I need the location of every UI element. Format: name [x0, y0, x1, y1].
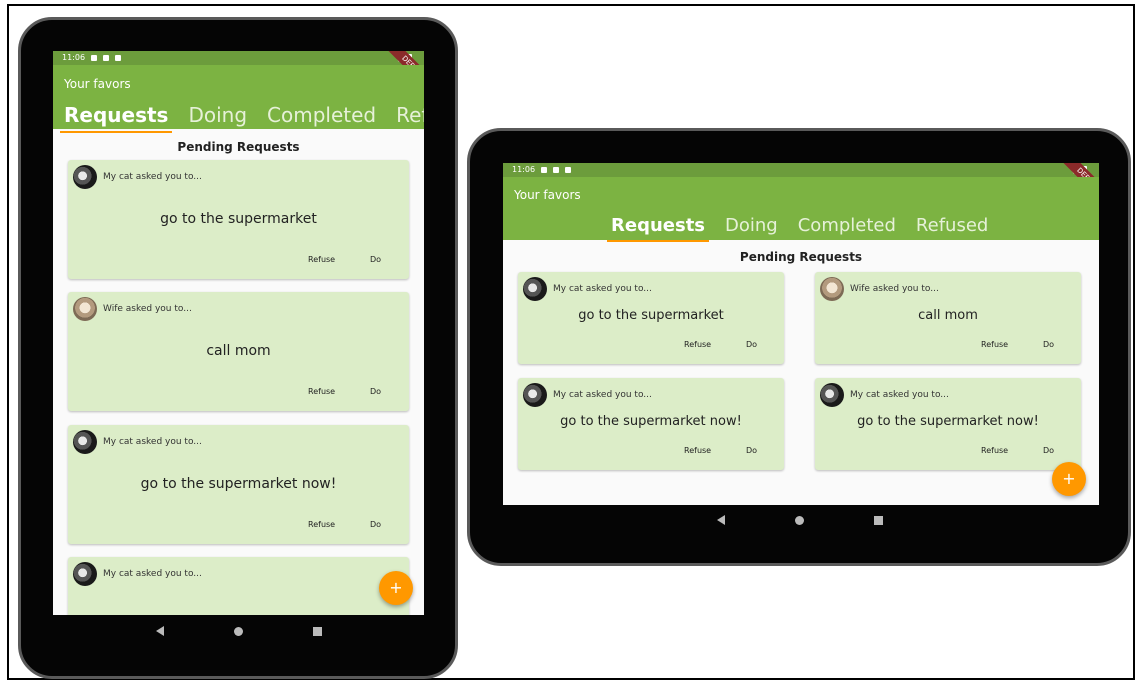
tab-bar: Requests Doing Completed Refused	[606, 215, 1008, 242]
do-button[interactable]: Do	[746, 340, 757, 349]
tab-doing[interactable]: Doing	[188, 103, 247, 127]
refuse-button[interactable]: Refuse	[684, 446, 711, 455]
asked-label: My cat asked you to...	[103, 172, 202, 182]
asked-label: My cat asked you to...	[103, 569, 202, 579]
landscape-screen: 11:06 DEBUG Your favors Requests Doing C…	[503, 163, 1099, 505]
wife-avatar	[73, 297, 97, 321]
task-text: go to the supermarket now!	[140, 476, 337, 492]
home-icon[interactable]	[234, 626, 243, 636]
portrait-tablet: 11:06 DEBUG Your favors Requests Doing C…	[18, 17, 458, 679]
refuse-button[interactable]: Refuse	[308, 387, 335, 396]
favor-card: My cat asked you to... go to the superma…	[518, 272, 784, 364]
cat-avatar	[73, 165, 97, 189]
section-title: Pending Requests	[177, 140, 300, 154]
asked-label: My cat asked you to...	[103, 437, 202, 447]
tab-requests[interactable]: Requests	[606, 215, 710, 242]
refuse-button[interactable]: Refuse	[981, 446, 1008, 455]
do-button[interactable]: Do	[746, 446, 757, 455]
notification-icon	[103, 55, 110, 61]
wife-avatar	[820, 277, 844, 301]
cat-avatar	[523, 383, 547, 407]
section-title: Pending Requests	[739, 250, 863, 264]
tab-bar: Requests Doing Completed Refused	[59, 103, 424, 133]
notification-icon	[553, 167, 560, 173]
home-icon[interactable]	[795, 515, 804, 525]
asked-label: My cat asked you to...	[553, 390, 652, 400]
favor-card: My cat asked you to... go to the superma…	[518, 378, 784, 470]
settings-icon	[91, 55, 98, 61]
do-button[interactable]: Do	[370, 520, 381, 529]
status-bar: 11:06	[53, 51, 424, 65]
back-icon[interactable]	[717, 515, 725, 525]
asked-label: Wife asked you to...	[850, 284, 939, 294]
favor-card: Wife asked you to... call mom Refuse Do	[815, 272, 1081, 364]
add-favor-button[interactable]: +	[379, 571, 413, 605]
status-time: 11:06	[512, 165, 536, 174]
do-button[interactable]: Do	[1043, 446, 1054, 455]
add-favor-button[interactable]: +	[1052, 462, 1086, 496]
refuse-button[interactable]: Refuse	[981, 340, 1008, 349]
tab-refused[interactable]: Refused	[916, 215, 988, 236]
status-bar: 11:06	[503, 163, 1099, 177]
landscape-tablet: 11:06 DEBUG Your favors Requests Doing C…	[467, 128, 1131, 566]
favor-card: Wife asked you to... call mom Refuse Do	[68, 292, 409, 411]
sd-card-icon	[115, 55, 122, 61]
recents-icon[interactable]	[874, 515, 883, 525]
back-icon[interactable]	[156, 626, 164, 636]
asked-label: My cat asked you to...	[850, 390, 949, 400]
app-bar: Your favors Requests Doing Completed Ref…	[503, 177, 1099, 242]
refuse-button[interactable]: Refuse	[308, 255, 335, 264]
cat-avatar	[820, 383, 844, 407]
app-bar: Your favors Requests Doing Completed Ref…	[53, 65, 424, 133]
refuse-button[interactable]: Refuse	[684, 340, 711, 349]
tab-requests[interactable]: Requests	[59, 103, 173, 133]
navigation-bar	[717, 515, 883, 525]
task-text: call mom	[206, 343, 271, 359]
favor-card: My cat asked you to...	[68, 557, 409, 615]
cat-avatar	[73, 430, 97, 454]
cat-avatar	[523, 277, 547, 301]
asked-label: My cat asked you to...	[553, 284, 652, 294]
portrait-screen: 11:06 DEBUG Your favors Requests Doing C…	[53, 51, 424, 615]
tab-completed[interactable]: Completed	[798, 215, 896, 236]
refuse-button[interactable]: Refuse	[308, 520, 335, 529]
tab-doing[interactable]: Doing	[725, 215, 778, 236]
do-button[interactable]: Do	[370, 255, 381, 264]
task-text: go to the supermarket now!	[560, 414, 742, 429]
app-title: Your favors	[64, 77, 131, 91]
task-text: go to the supermarket	[160, 211, 317, 227]
app-title: Your favors	[514, 188, 581, 202]
favor-card: My cat asked you to... go to the superma…	[68, 425, 409, 544]
task-text: go to the supermarket now!	[857, 414, 1039, 429]
do-button[interactable]: Do	[1043, 340, 1054, 349]
tab-completed[interactable]: Completed	[267, 103, 376, 127]
favor-card: My cat asked you to... go to the superma…	[815, 378, 1081, 470]
favor-card: My cat asked you to... go to the superma…	[68, 160, 409, 279]
do-button[interactable]: Do	[370, 387, 381, 396]
asked-label: Wife asked you to...	[103, 304, 192, 314]
status-time: 11:06	[62, 53, 86, 62]
tab-refused[interactable]: Refused	[396, 103, 424, 127]
task-text: go to the supermarket	[578, 308, 724, 323]
sd-card-icon	[565, 167, 572, 173]
task-text: call mom	[918, 308, 978, 323]
recents-icon[interactable]	[313, 626, 322, 636]
settings-icon	[541, 167, 548, 173]
cat-avatar	[73, 562, 97, 586]
navigation-bar	[156, 626, 322, 636]
